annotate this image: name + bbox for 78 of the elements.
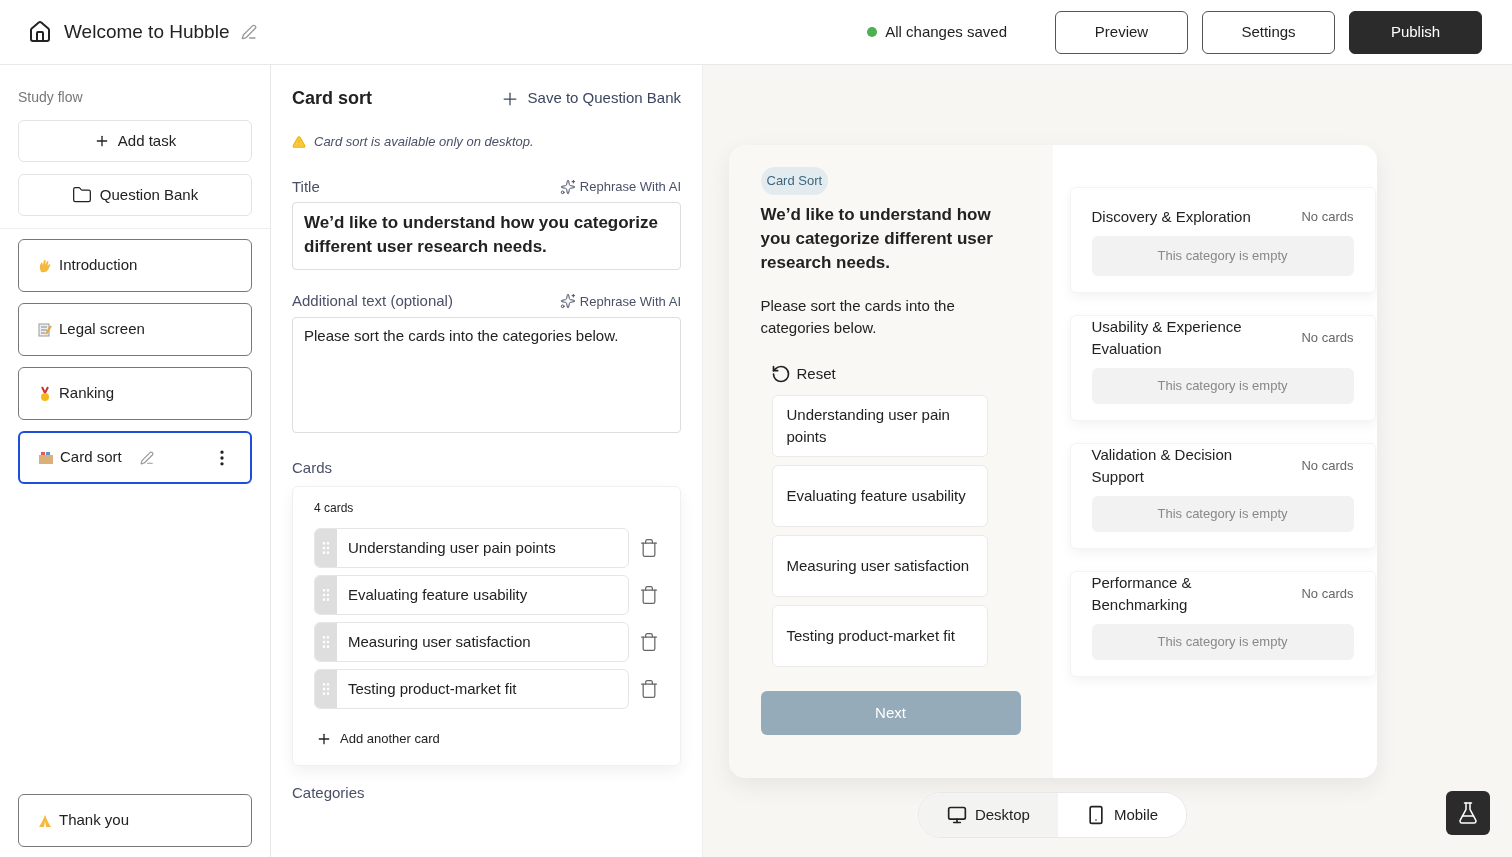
device-tab[interactable]: Desktop — [918, 793, 1058, 837]
sortable-card[interactable]: Evaluating feature usability — [771, 465, 988, 527]
flow-item[interactable]: Ranking — [18, 367, 252, 420]
card-count: No cards — [1301, 329, 1354, 348]
flask-icon — [1456, 801, 1480, 825]
drag-handle-icon[interactable] — [315, 529, 337, 567]
flow-item-label: Thank you — [59, 810, 130, 831]
card-count: No cards — [1301, 585, 1354, 604]
flow-item[interactable]: Card sort — [18, 431, 252, 484]
empty-drop-zone: This category is empty — [1091, 624, 1354, 660]
drag-handle-icon[interactable] — [315, 623, 337, 661]
category-name: Usability & Experience Evaluation — [1091, 317, 1243, 359]
save-status: All changes saved — [885, 21, 1007, 42]
card-sort-badge: Card Sort — [760, 167, 829, 195]
flow-item-label: Introduction — [59, 255, 138, 276]
empty-drop-zone: This category is empty — [1091, 368, 1354, 404]
text-area[interactable]: Please sort the cards into the categories below. — [292, 316, 681, 433]
question-title: We’d like to understand how you categorize different user research needs. — [760, 203, 994, 274]
sortable-card[interactable]: Measuring user satisfaction — [771, 535, 988, 597]
card-input[interactable]: Testing product-market fit — [314, 669, 629, 709]
sortable-card[interactable]: Testing product-market fit — [771, 605, 988, 667]
rephrase-ai-link[interactable]: Rephrase With AI — [559, 291, 681, 311]
primary-button[interactable]: Publish — [1349, 10, 1482, 54]
flow-item-label: Card sort — [60, 447, 122, 468]
field-label: Categories — [292, 782, 366, 803]
cards-count: 4 cards — [314, 500, 355, 517]
memo-icon — [37, 321, 53, 338]
add-card-button[interactable]: Add another card — [316, 729, 440, 749]
outline-button[interactable]: Preview — [1055, 10, 1188, 54]
flask-button[interactable] — [1446, 791, 1490, 835]
flow-item-label: Ranking — [59, 383, 115, 404]
card-input[interactable]: Evaluating feature usability — [314, 575, 629, 615]
monitor-icon — [946, 805, 967, 825]
flow-item[interactable]: Legal screen — [18, 303, 252, 356]
edit-icon[interactable] — [139, 450, 154, 465]
flow-item[interactable]: Introduction — [18, 239, 252, 292]
drag-handle-icon[interactable] — [315, 576, 337, 614]
delete-icon[interactable] — [639, 585, 659, 605]
empty-drop-zone: This category is empty — [1091, 496, 1354, 532]
outline-button[interactable]: Settings — [1202, 10, 1335, 54]
card-count: No cards — [1301, 457, 1354, 476]
save-to-bank-link[interactable]: Save to Question Bank — [499, 87, 681, 110]
rephrase-ai-link[interactable]: Rephrase With AI — [559, 177, 681, 197]
section-heading: Study flow — [18, 88, 84, 107]
sparkle-icon — [559, 178, 576, 195]
reset-button[interactable]: Reset — [770, 362, 836, 385]
home-icon[interactable] — [28, 20, 52, 44]
card-input[interactable]: Understanding user pain points — [314, 528, 629, 568]
flow-item-label: Legal screen — [59, 319, 145, 340]
empty-drop-zone: This category is empty — [1091, 236, 1354, 276]
warning-icon — [292, 134, 306, 149]
card-count: No cards — [1301, 208, 1354, 227]
category-name: Performance & Benchmarking — [1091, 573, 1193, 615]
warning-text: Card sort is available only on desktop. — [314, 133, 534, 151]
delete-icon[interactable] — [639, 538, 659, 558]
category-name: Validation & Decision Support — [1091, 445, 1234, 487]
title-field[interactable]: We’d like to understand how you categorize different user research needs. — [292, 202, 681, 270]
delete-icon[interactable] — [639, 632, 659, 652]
card-box-icon — [38, 449, 54, 466]
reset-icon — [770, 363, 791, 384]
editor-heading: Card sort — [292, 87, 372, 110]
field-label: Cards — [292, 457, 333, 478]
field-label: Title — [292, 176, 320, 197]
question-bank-button[interactable]: Question Bank — [18, 174, 252, 216]
question-text: Please sort the cards into the categories below. — [760, 295, 956, 338]
flow-item[interactable]: Thank you — [18, 794, 252, 847]
study-title: Welcome to Hubble — [64, 19, 230, 44]
add-task-button[interactable]: Add task — [18, 120, 252, 162]
sparkle-icon — [559, 293, 576, 310]
card-input[interactable]: Measuring user satisfaction — [314, 622, 629, 662]
waving-hand-icon — [37, 257, 53, 274]
drag-handle-icon[interactable] — [315, 670, 337, 708]
delete-icon[interactable] — [639, 679, 659, 699]
category-name: Discovery & Exploration — [1091, 207, 1252, 227]
folder-icon — [71, 185, 92, 205]
sortable-card[interactable]: Understanding user pain points — [771, 395, 988, 457]
field-label: Additional text (optional) — [292, 291, 453, 311]
edit-icon[interactable] — [241, 24, 258, 40]
